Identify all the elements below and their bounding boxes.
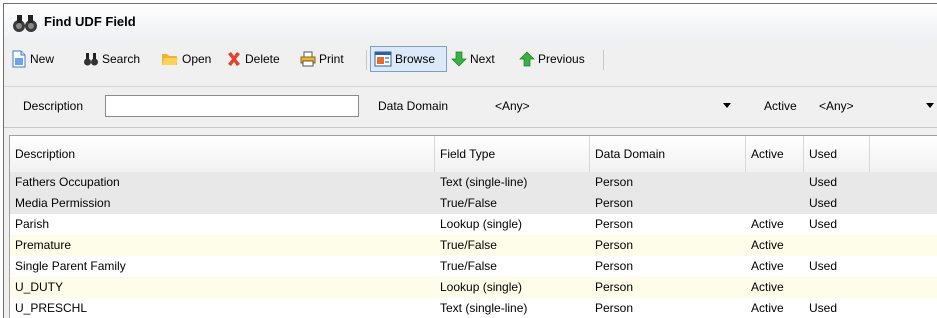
open-label: Open — [182, 52, 212, 66]
previous-button[interactable]: Previous — [519, 46, 585, 72]
cell-data-domain: Person — [595, 175, 634, 189]
cell-field-type: Text (single-line) — [440, 175, 528, 189]
table-row[interactable]: Premature True/False Person Active — [10, 235, 937, 256]
cell-description: Single Parent Family — [15, 259, 126, 273]
title-bar: Find UDF Field — [4, 4, 937, 40]
toolbar-separator — [603, 50, 604, 70]
new-document-icon — [12, 50, 26, 68]
cell-field-type: Lookup (single) — [440, 217, 523, 231]
cell-field-type: True/False — [440, 259, 497, 273]
active-label: Active — [764, 99, 797, 113]
cell-active — [746, 172, 751, 193]
column-header-description[interactable]: Description — [10, 136, 435, 172]
search-button[interactable]: Search — [83, 46, 140, 72]
cell-used — [804, 277, 809, 298]
cell-data-domain: Person — [595, 259, 634, 273]
chevron-down-icon[interactable] — [926, 103, 934, 108]
printer-icon — [300, 51, 316, 67]
cell-field-type: True/False — [440, 238, 497, 252]
table-row[interactable]: Single Parent Family True/False Person A… — [10, 256, 937, 277]
toolbar: New Search Open Delete Print Browse Next… — [4, 46, 937, 74]
column-header-field-type[interactable]: Field Type — [435, 136, 590, 172]
cell-description: U_DUTY — [15, 280, 64, 294]
cell-field-type: Text (single-line) — [440, 301, 528, 315]
window-title: Find UDF Field — [44, 14, 136, 29]
browse-window-icon — [374, 51, 392, 67]
open-button[interactable]: Open — [161, 46, 211, 72]
arrow-down-icon — [451, 51, 467, 67]
table-row[interactable]: Parish Lookup (single) Person Active Use… — [10, 214, 937, 235]
binoculars-icon — [13, 15, 37, 32]
arrow-up-icon — [519, 51, 535, 67]
column-header-data-domain[interactable]: Data Domain — [590, 136, 746, 172]
table-row[interactable]: Fathers Occupation Text (single-line) Pe… — [10, 172, 937, 193]
cell-used: Used — [809, 217, 838, 231]
cell-active: Active — [751, 217, 784, 231]
cell-used — [804, 235, 809, 256]
cell-data-domain: Person — [595, 280, 634, 294]
toolbar-separator — [366, 50, 367, 70]
data-domain-value: <Any> — [495, 99, 530, 113]
cell-description: U_PRESCHL — [15, 301, 88, 315]
cell-active: Active — [751, 301, 784, 315]
next-label: Next — [470, 52, 495, 66]
description-input[interactable] — [105, 95, 359, 117]
cell-active — [746, 193, 751, 214]
chevron-down-icon[interactable] — [723, 103, 731, 108]
delete-button[interactable]: Delete — [226, 46, 280, 72]
cell-data-domain: Person — [595, 217, 634, 231]
folder-open-icon — [162, 54, 178, 65]
cell-description: Fathers Occupation — [15, 175, 120, 189]
cell-data-domain: Person — [595, 196, 634, 210]
delete-label: Delete — [245, 52, 280, 66]
cell-field-type: Lookup (single) — [440, 280, 523, 294]
results-grid: Description Field Type Data Domain Activ… — [9, 135, 937, 318]
cell-used: Used — [809, 196, 838, 210]
cell-active: Active — [751, 238, 784, 252]
cell-active: Active — [751, 280, 784, 294]
browse-button[interactable]: Browse — [370, 46, 447, 72]
column-header-used[interactable]: Used — [804, 136, 870, 172]
cell-description: Media Permission — [15, 196, 111, 210]
table-row[interactable]: U_PRESCHL Text (single-line) Person Acti… — [10, 298, 937, 318]
cell-data-domain: Person — [595, 238, 634, 252]
active-value: <Any> — [819, 99, 854, 113]
previous-label: Previous — [538, 52, 585, 66]
next-button[interactable]: Next — [451, 46, 495, 72]
table-row[interactable]: U_DUTY Lookup (single) Person Active — [10, 277, 937, 298]
table-row[interactable]: Media Permission True/False Person Used — [10, 193, 937, 214]
browse-label: Browse — [395, 52, 436, 66]
new-label: New — [30, 52, 55, 66]
grid-header: Description Field Type Data Domain Activ… — [10, 136, 937, 173]
cell-data-domain: Person — [595, 301, 634, 315]
cell-field-type: True/False — [440, 196, 497, 210]
cell-used: Used — [809, 301, 838, 315]
cell-used: Used — [809, 175, 838, 189]
data-domain-select[interactable]: <Any> — [491, 95, 737, 117]
binoculars-icon — [84, 53, 98, 66]
description-label: Description — [23, 99, 84, 113]
new-button[interactable]: New — [11, 46, 54, 72]
filter-bar: Description Data Domain <Any> Active <An… — [4, 86, 937, 128]
cell-used: Used — [809, 259, 838, 273]
data-domain-label: Data Domain — [378, 99, 449, 113]
search-label: Search — [102, 52, 141, 66]
cell-active: Active — [751, 259, 784, 273]
active-select[interactable]: <Any> — [815, 95, 937, 117]
print-button[interactable]: Print — [300, 46, 344, 72]
cell-description: Premature — [15, 238, 72, 252]
delete-x-icon — [228, 52, 240, 66]
print-label: Print — [319, 52, 344, 66]
find-udf-field-window: Find UDF Field New Search Open Delete Pr… — [3, 3, 937, 318]
cell-description: Parish — [15, 217, 50, 231]
column-header-active[interactable]: Active — [746, 136, 804, 172]
